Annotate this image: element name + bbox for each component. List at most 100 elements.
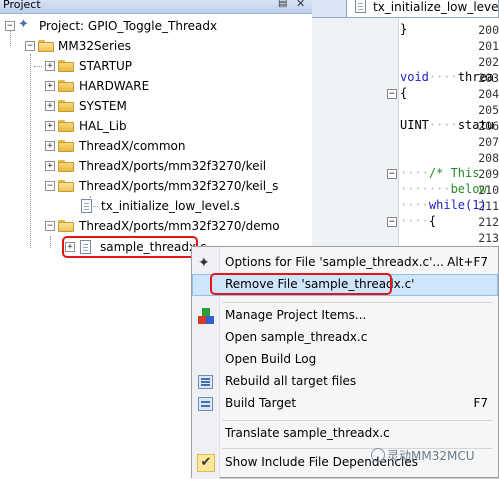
watermark: 灵动MM32MCU (371, 447, 475, 464)
tree-item-group-system[interactable]: + SYSTEM (0, 96, 312, 116)
code-text: statu (457, 118, 494, 132)
code-keyword: void (400, 70, 429, 84)
menu-item-options-for-file[interactable]: ✦ Options for File 'sample_threadx.c'...… (192, 252, 498, 274)
collapse-icon[interactable]: − (5, 21, 15, 31)
code-comment: /* This (428, 166, 480, 180)
highlight-outline (210, 273, 392, 295)
code-line: { (400, 86, 408, 100)
tree-item-label: HARDWARE (79, 79, 150, 93)
close-icon[interactable]: ✕ (296, 0, 305, 10)
expand-icon[interactable]: + (45, 61, 55, 71)
editor-tab-label: tx_initialize_low_level.s (373, 0, 499, 14)
folder-icon (58, 60, 74, 72)
expand-icon[interactable]: + (45, 141, 55, 151)
tree-item-project-root[interactable]: − ✦ Project: GPIO_Toggle_Threadx (0, 16, 312, 36)
tree-item-group-threadx-common[interactable]: + ThreadX/common (0, 136, 312, 156)
rebuild-icon (198, 375, 213, 389)
highlight-outline (62, 236, 198, 258)
tree-item-group-threadx-keil-s[interactable]: − ThreadX/ports/mm32f3270/keil_s (0, 176, 312, 196)
tree-item-group-threadx-keil[interactable]: + ThreadX/ports/mm32f3270/keil (0, 156, 312, 176)
code-comment: below (450, 182, 487, 196)
tree-item-label: ThreadX/ports/mm32f3270/demo (79, 219, 280, 233)
menu-separator (222, 302, 492, 303)
code-keyword: while(1) (428, 198, 487, 212)
options-wand-icon: ✦ (198, 255, 210, 271)
fold-toggle-icon[interactable]: − (387, 169, 397, 179)
expand-icon[interactable]: + (45, 101, 55, 111)
line-number: 204 (478, 87, 499, 101)
file-icon (81, 199, 92, 213)
pin-icon[interactable]: ▤ (278, 0, 287, 9)
folder-icon (58, 100, 74, 112)
collapse-icon[interactable]: − (45, 181, 55, 191)
code-line: ····/* This (400, 166, 480, 180)
folder-icon (58, 160, 74, 172)
menu-item-label: Manage Project Items... (225, 308, 367, 322)
code-line: ·······below (400, 182, 487, 196)
checkmark-icon: ✔ (197, 454, 215, 472)
line-number: 212 (478, 215, 499, 229)
menu-item-translate-file[interactable]: Translate sample_threadx.c (192, 423, 498, 445)
menu-item-rebuild-all[interactable]: Rebuild all target files (192, 371, 498, 393)
folder-icon (58, 140, 74, 152)
tree-item-label: tx_initialize_low_level.s (101, 199, 240, 213)
menu-item-label: Translate sample_threadx.c (225, 426, 390, 440)
project-panel-title: Project (3, 0, 41, 11)
expand-icon[interactable]: + (45, 161, 55, 171)
project-panel-header: Project ▤ ✕ (0, 0, 312, 14)
fold-toggle-icon[interactable]: − (387, 89, 397, 99)
expand-icon[interactable]: + (45, 81, 55, 91)
editor-tab[interactable]: tx_initialize_low_level.s (346, 0, 499, 17)
editor-tab-strip: tx_initialize_low_level.s (312, 0, 499, 18)
menu-separator (222, 420, 492, 421)
menu-item-label: Open sample_threadx.c (225, 330, 368, 344)
tree-item-label: HAL_Lib (79, 119, 127, 133)
tree-item-label: ThreadX/ports/mm32f3270/keil_s (79, 179, 279, 193)
menu-item-label: Rebuild all target files (225, 374, 357, 388)
folder-open-icon (58, 180, 74, 192)
code-line: void····threa (400, 70, 494, 84)
folder-icon (58, 80, 74, 92)
line-number: 207 (478, 135, 499, 149)
target-folder-icon (38, 40, 54, 52)
tree-item-label: ThreadX/ports/mm32f3270/keil (79, 159, 267, 173)
code-line: ····while(1) (400, 198, 487, 212)
watermark-logo-icon (371, 448, 385, 462)
code-text: UINT (400, 118, 429, 132)
menu-item-open-file[interactable]: Open sample_threadx.c (192, 327, 498, 349)
code-text: { (428, 214, 437, 228)
file-icon (355, 0, 366, 13)
tree-item-group-hardware[interactable]: + HARDWARE (0, 76, 312, 96)
code-line: ····{ (400, 214, 437, 228)
tree-item-file-tx-initialize[interactable]: tx_initialize_low_level.s (0, 196, 312, 216)
menu-item-label: Options for File 'sample_threadx.c'... (225, 255, 444, 269)
tree-item-group-startup[interactable]: + STARTUP (0, 56, 312, 76)
menu-item-manage-project-items[interactable]: Manage Project Items... (192, 305, 498, 327)
build-icon (198, 397, 213, 411)
tree-item-group-hal-lib[interactable]: + HAL_Lib (0, 116, 312, 136)
expand-icon[interactable]: + (45, 121, 55, 131)
line-number: 200 (478, 23, 499, 37)
menu-item-build-target[interactable]: Build Target F7 (192, 393, 498, 415)
folder-icon (58, 120, 74, 132)
watermark-text: 灵动MM32MCU (387, 449, 475, 463)
line-number: 213 (478, 231, 499, 245)
line-number: 208 (478, 151, 499, 165)
code-line: UINT····statu (400, 118, 494, 132)
tree-item-label: ThreadX/common (79, 139, 186, 153)
tree-item-target[interactable]: − MM32Series (0, 36, 312, 56)
line-number: 201 (478, 39, 499, 53)
tree-item-group-threadx-demo[interactable]: − ThreadX/ports/mm32f3270/demo (0, 216, 312, 236)
menu-item-label: Build Target (225, 396, 297, 410)
tree-item-label: STARTUP (79, 59, 133, 73)
menu-item-open-build-log[interactable]: Open Build Log (192, 349, 498, 371)
collapse-icon[interactable]: − (25, 41, 35, 51)
fold-toggle-icon[interactable]: − (387, 217, 397, 227)
folder-open-icon (58, 220, 74, 232)
code-text: threa (457, 70, 494, 84)
menu-item-shortcut: F7 (473, 396, 488, 410)
code-line: } (400, 22, 408, 36)
collapse-icon[interactable]: − (45, 221, 55, 231)
project-icon: ✦ (18, 17, 29, 32)
menu-item-label: Open Build Log (225, 352, 317, 366)
